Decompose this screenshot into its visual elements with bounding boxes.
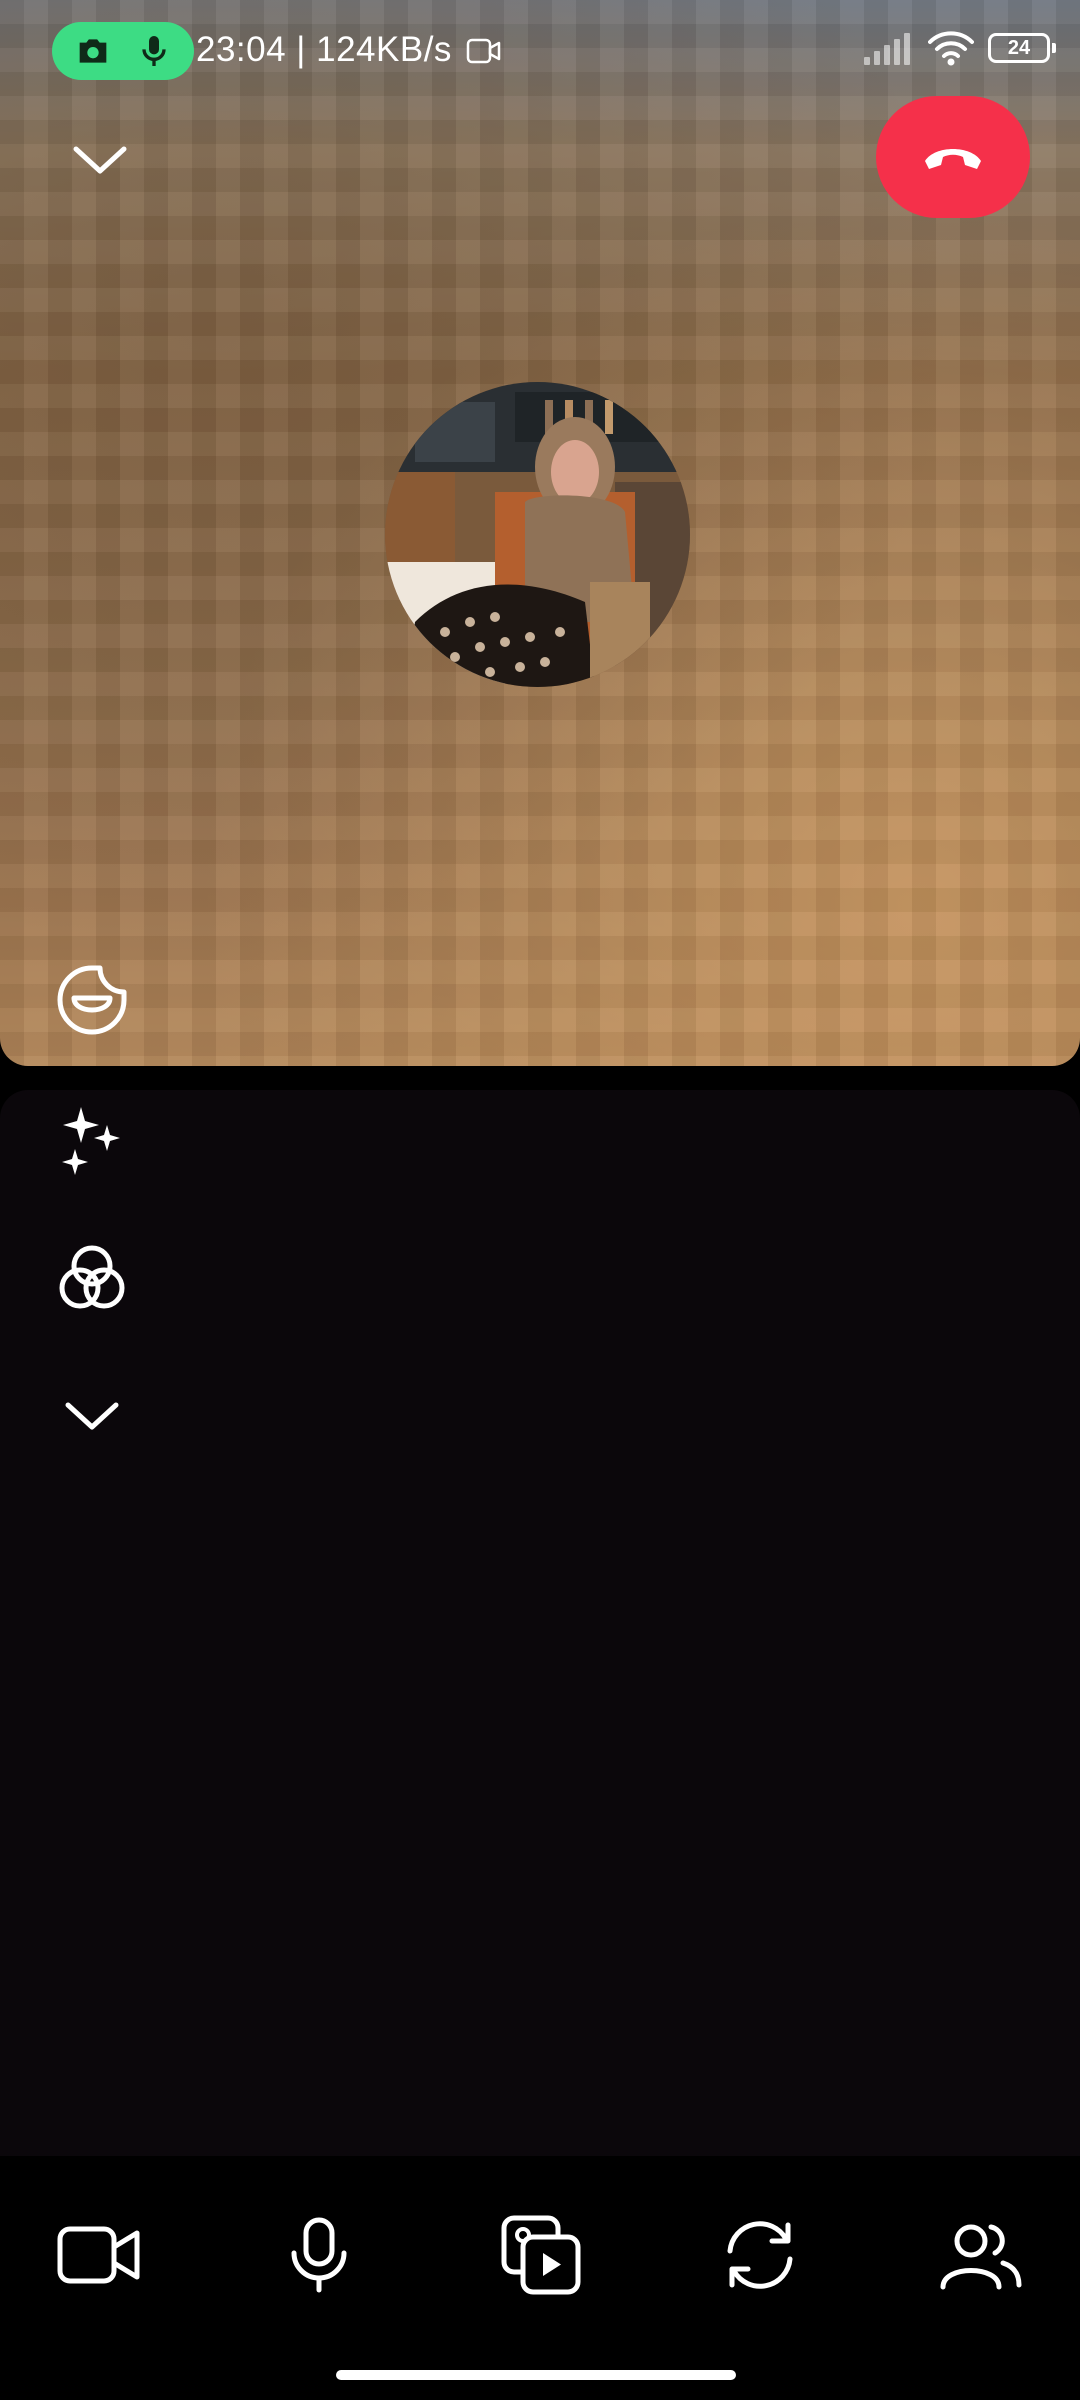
- status-icons: 24: [862, 30, 1056, 66]
- filters-button[interactable]: [52, 1238, 132, 1318]
- sticker-emoji-icon: [57, 965, 127, 1035]
- video-camera-icon: [57, 2226, 140, 2284]
- chevron-down-icon: [65, 1402, 119, 1430]
- camera-flip-icon: [727, 2221, 793, 2289]
- battery-level: 24: [1007, 36, 1031, 59]
- microphone-icon: [291, 2217, 347, 2293]
- sparkles-icon: [62, 1107, 120, 1175]
- privacy-indicator: [52, 22, 194, 80]
- media-share-icon: [501, 2215, 581, 2295]
- color-filter-icon: [59, 1245, 125, 1309]
- camera-in-use-icon: [79, 39, 106, 63]
- status-time-speed: 23:04 | 124KB/s: [196, 30, 452, 69]
- wifi-icon: [928, 31, 974, 66]
- chevron-down-icon: [73, 146, 127, 174]
- sticker-button[interactable]: [52, 960, 132, 1040]
- add-participants-button[interactable]: [926, 2200, 1036, 2310]
- video-toggle-button[interactable]: [44, 2200, 154, 2310]
- avatar: [385, 382, 690, 687]
- minimize-call-button[interactable]: [70, 138, 130, 182]
- signal-icon: [864, 33, 910, 65]
- home-indicator[interactable]: [336, 2370, 736, 2380]
- flip-camera-button[interactable]: [705, 2200, 815, 2310]
- status-bar: 23:04 | 124KB/s 24: [0, 0, 1080, 104]
- collapse-tools-button[interactable]: [52, 1376, 132, 1456]
- microphone-in-use-icon: [141, 36, 166, 66]
- share-media-button[interactable]: [486, 2200, 596, 2310]
- microphone-toggle-button[interactable]: [264, 2200, 374, 2310]
- self-video-panel[interactable]: [0, 1090, 1080, 2156]
- screen-record-icon: [466, 38, 501, 64]
- phone-hangup-icon: [925, 149, 981, 169]
- effects-button[interactable]: [52, 1100, 132, 1180]
- battery-indicator: 24: [988, 33, 1056, 63]
- end-call-button[interactable]: [876, 96, 1030, 218]
- add-people-icon: [940, 2224, 1022, 2290]
